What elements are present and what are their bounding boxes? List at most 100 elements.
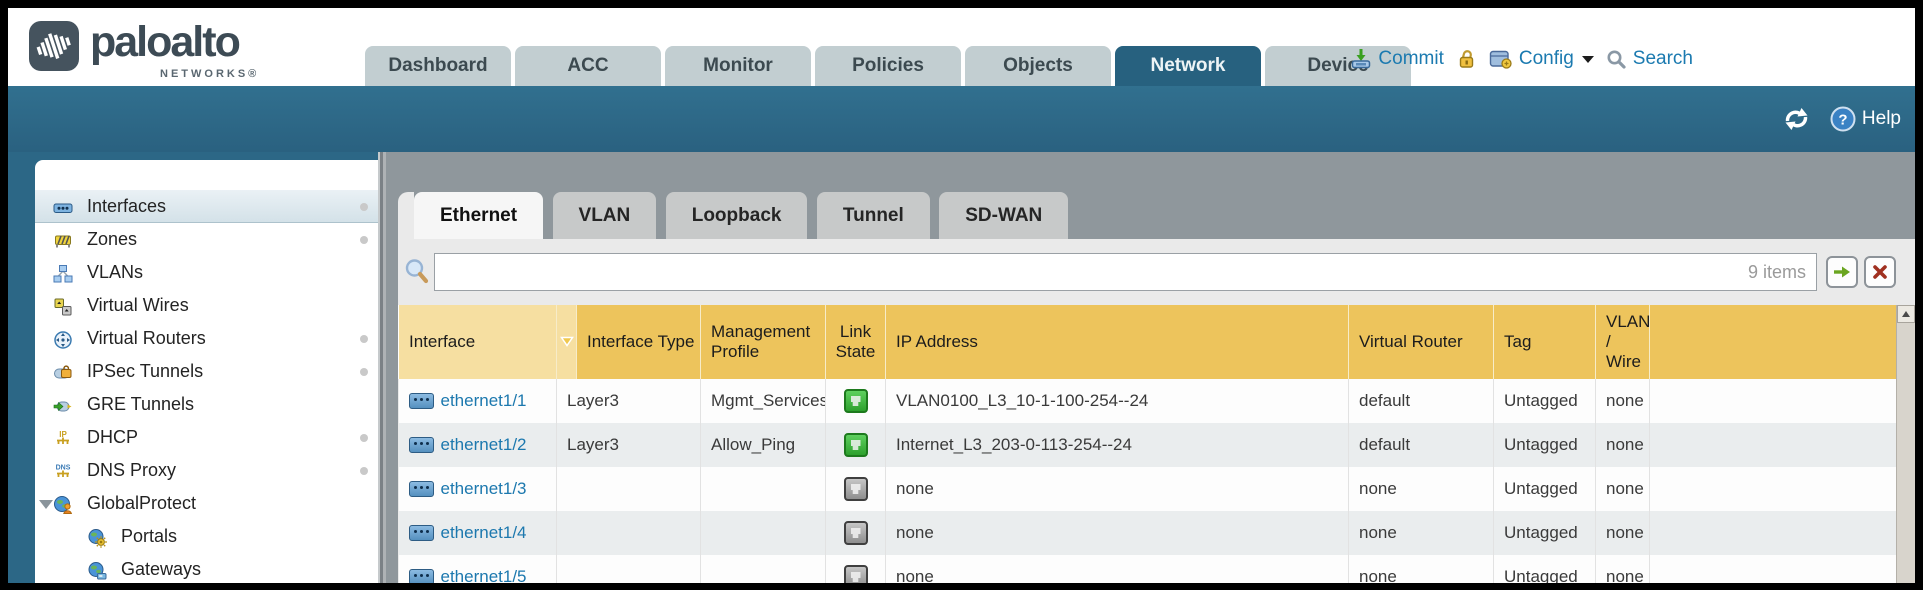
ipsec-tunnels-icon: [53, 363, 73, 383]
sidebar-item-label: Virtual Routers: [87, 328, 206, 348]
cell-vlan-wire: none: [1596, 379, 1650, 423]
interface-link[interactable]: ethernet1/5: [409, 567, 547, 583]
column-header-interface-type[interactable]: Interface Type: [577, 305, 701, 379]
tab-vlan[interactable]: VLAN: [553, 192, 657, 239]
table-row[interactable]: ethernet1/4 none none Untagged none: [399, 511, 1898, 555]
cell-tag: Untagged: [1494, 467, 1596, 511]
svg-text:?: ?: [1838, 112, 1847, 129]
sidebar-item-label: Interfaces: [87, 196, 166, 216]
apply-filter-button[interactable]: [1826, 256, 1858, 288]
table-row[interactable]: ethernet1/3 none none Untagged none: [399, 467, 1898, 511]
commit-button[interactable]: Commit: [1350, 48, 1443, 70]
column-header-virtual-router[interactable]: Virtual Router: [1349, 305, 1494, 379]
virtual-routers-icon: [53, 330, 73, 350]
cell-management-profile: Mgmt_Services: [701, 379, 826, 423]
lock-icon[interactable]: [1456, 48, 1477, 70]
interface-link[interactable]: ethernet1/4: [409, 523, 547, 543]
column-header-ip-address[interactable]: IP Address: [886, 305, 1349, 379]
filter-search-icon: [404, 258, 430, 285]
config-icon: [1489, 49, 1513, 70]
column-header-management-profile[interactable]: Management Profile: [701, 305, 826, 379]
table-row[interactable]: ethernet1/5 none none Untagged none: [399, 555, 1898, 583]
sort-menu-button[interactable]: [557, 305, 577, 379]
cell-virtual-router: default: [1349, 379, 1494, 423]
sidebar-item-ipsec-tunnels[interactable]: IPSec Tunnels: [35, 355, 378, 388]
sidebar-item-virtual-wires[interactable]: Virtual Wires: [35, 289, 378, 322]
items-count: 9 items: [1748, 262, 1806, 283]
sidebar-item-dns-proxy[interactable]: DNS DNS Proxy: [35, 454, 378, 487]
column-header-vlan-wire[interactable]: VLAN / Wire: [1596, 305, 1650, 379]
help-label: Help: [1862, 108, 1901, 130]
column-header-link-state[interactable]: Link State: [826, 305, 886, 379]
tab-ethernet[interactable]: Ethernet: [414, 192, 543, 239]
workspace: Interfaces Zones: [8, 152, 1915, 583]
sidebar-item-label: DNS Proxy: [87, 460, 176, 480]
tab-monitor[interactable]: Monitor: [665, 46, 811, 86]
toolbar-right: ? Help: [1783, 86, 1901, 152]
vertical-scrollbar[interactable]: [1896, 305, 1915, 583]
paloalto-logo-icon: [28, 20, 80, 72]
tab-acc[interactable]: ACC: [515, 46, 661, 86]
clear-filter-button[interactable]: [1864, 256, 1896, 288]
status-dot: [360, 434, 368, 442]
tab-network[interactable]: Network: [1115, 46, 1261, 86]
sidebar-item-globalprotect[interactable]: GlobalProtect: [35, 487, 378, 520]
table-row[interactable]: ethernet1/1 Layer3 Mgmt_Services VLAN010…: [399, 379, 1898, 423]
sidebar-item-vlans[interactable]: VLANs: [35, 256, 378, 289]
interface-link[interactable]: ethernet1/1: [409, 391, 547, 411]
filter-input[interactable]: [439, 256, 1723, 288]
sidebar-item-label: Zones: [87, 229, 137, 249]
tab-policies[interactable]: Policies: [815, 46, 961, 86]
panel-splitter[interactable]: [378, 152, 386, 583]
secondary-toolbar: ? Help: [8, 86, 1915, 152]
tab-objects[interactable]: Objects: [965, 46, 1111, 86]
zones-icon: [53, 231, 73, 251]
link-state-down-icon: [844, 521, 868, 545]
chevron-down-icon: [1582, 56, 1594, 63]
sidebar-item-gateways[interactable]: Gateways: [35, 553, 378, 583]
dhcp-icon: IP: [53, 429, 73, 449]
dns-proxy-icon: DNS: [53, 462, 73, 482]
interfaces-icon: [53, 198, 73, 218]
search-button[interactable]: Search: [1606, 48, 1693, 70]
cell-filler: [1650, 467, 1898, 511]
interface-link[interactable]: ethernet1/3: [409, 479, 547, 499]
cell-tag: Untagged: [1494, 555, 1596, 583]
cell-virtual-router: none: [1349, 555, 1494, 583]
config-menu[interactable]: Config: [1489, 48, 1594, 70]
cell-virtual-router: none: [1349, 511, 1494, 555]
link-state-up-icon: [844, 433, 868, 457]
sidebar-nav: Interfaces Zones: [35, 160, 378, 583]
tab-loopback[interactable]: Loopback: [666, 192, 808, 239]
sidebar-item-portals[interactable]: Portals: [35, 520, 378, 553]
expand-caret-icon[interactable]: [39, 500, 53, 509]
tab-tunnel[interactable]: Tunnel: [817, 192, 930, 239]
sidebar-item-interfaces[interactable]: Interfaces: [35, 190, 378, 223]
ethernet-interface-icon: [409, 569, 434, 583]
column-header-tag[interactable]: Tag: [1494, 305, 1596, 379]
cell-interface-type: [557, 511, 701, 555]
sidebar-item-zones[interactable]: Zones: [35, 223, 378, 256]
scroll-up-button[interactable]: [1897, 305, 1915, 323]
help-button[interactable]: ? Help: [1830, 106, 1901, 132]
sidebar-item-virtual-routers[interactable]: Virtual Routers: [35, 322, 378, 355]
refresh-icon[interactable]: [1783, 107, 1810, 131]
tab-dashboard[interactable]: Dashboard: [365, 46, 511, 86]
primary-nav: Dashboard ACC Monitor Policies Objects N…: [365, 46, 1411, 86]
status-dot: [360, 203, 368, 211]
tab-sdwan[interactable]: SD-WAN: [939, 192, 1068, 239]
commit-icon: [1350, 48, 1372, 70]
status-dot: [360, 368, 368, 376]
table-row[interactable]: ethernet1/2 Layer3 Allow_Ping Internet_L…: [399, 423, 1898, 467]
sidebar-item-dhcp[interactable]: IP DHCP: [35, 421, 378, 454]
search-icon: [1606, 49, 1627, 70]
cell-filler: [1650, 423, 1898, 467]
header-actions: Commit Config: [1350, 48, 1693, 70]
ethernet-interface-icon: [409, 481, 434, 497]
cell-vlan-wire: none: [1596, 423, 1650, 467]
sidebar-item-gre-tunnels[interactable]: GRE Tunnels: [35, 388, 378, 421]
column-header-interface[interactable]: Interface: [399, 305, 557, 379]
cell-management-profile: [701, 467, 826, 511]
interface-link[interactable]: ethernet1/2: [409, 435, 547, 455]
main-content: 9 items: [386, 152, 1915, 583]
